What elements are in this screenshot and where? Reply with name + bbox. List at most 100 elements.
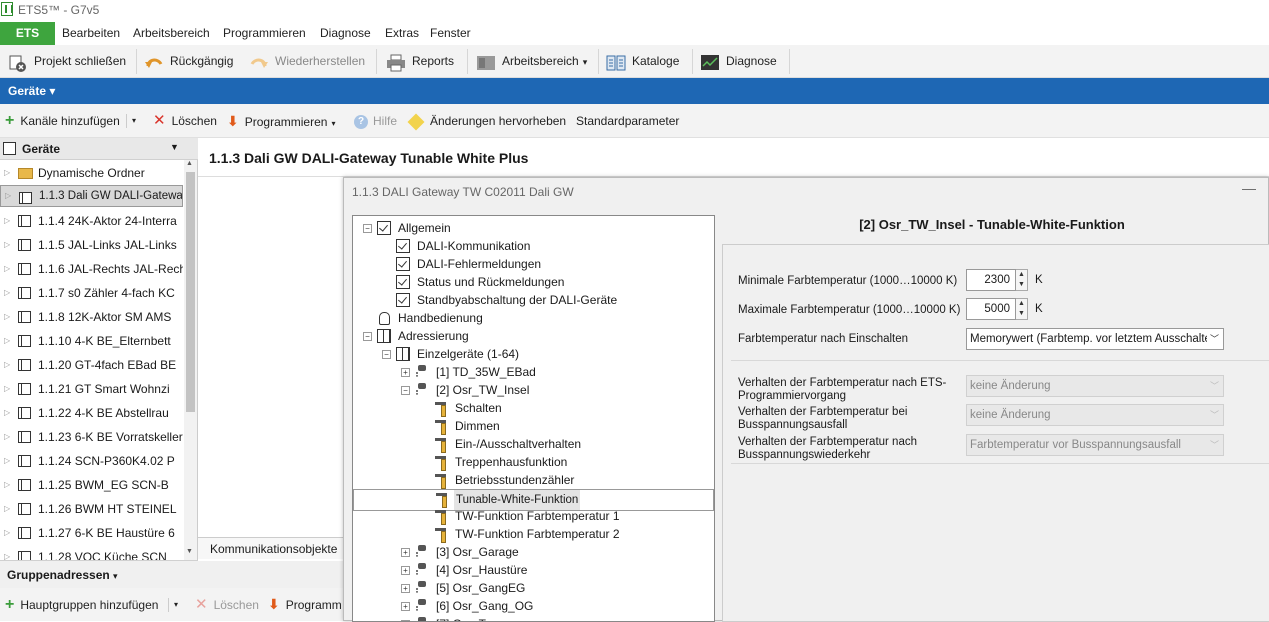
workspace-button[interactable]: Arbeitsbereich ▾: [476, 45, 587, 78]
tree-node[interactable]: TW-Funktion Farbtemperatur 2: [353, 525, 714, 543]
device-list-item[interactable]: ▷ 1.1.24 SCN-P360K4.02 P: [0, 449, 183, 473]
device-list-item[interactable]: ▷ 1.1.7 s0 Zähler 4-fach KC: [0, 281, 183, 305]
tab-communication-objects[interactable]: Kommunikationsobjekte: [198, 537, 344, 559]
ga-delete-button[interactable]: ✕ Löschen: [195, 588, 259, 621]
add-main-groups-button[interactable]: + Hauptgruppen hinzufügen: [5, 588, 158, 621]
undo-button[interactable]: Rückgängig: [144, 45, 233, 78]
collapse-icon[interactable]: −: [363, 332, 372, 341]
devices-tree-header[interactable]: Geräte ▼: [0, 138, 198, 160]
collapse-icon[interactable]: −: [401, 386, 410, 395]
expand-arrow-icon[interactable]: ▷: [4, 233, 10, 257]
program-button[interactable]: ⬇ Programmieren ▾: [227, 104, 335, 138]
menu-ets[interactable]: ETS: [0, 22, 55, 45]
chevron-down-icon[interactable]: ▼: [170, 142, 179, 152]
device-list-item[interactable]: ▷ 1.1.10 4-K BE_Elternbett: [0, 329, 183, 353]
help-button[interactable]: ? Hilfe: [354, 104, 397, 138]
highlight-changes-button[interactable]: Änderungen hervorheben: [407, 104, 566, 138]
min-temp-stepper[interactable]: ▲ ▼: [1016, 269, 1028, 291]
ga-program-button[interactable]: ⬇ Programm: [268, 588, 343, 621]
tree-node[interactable]: + [3] Osr_Garage: [353, 543, 714, 561]
max-temp-stepper[interactable]: ▲ ▼: [1016, 298, 1028, 320]
default-params-button[interactable]: Standardparameter: [576, 104, 679, 138]
collapse-icon[interactable]: −: [382, 350, 391, 359]
expand-arrow-icon[interactable]: ▷: [4, 329, 10, 353]
tree-node[interactable]: Standbyabschaltung der DALI-Geräte: [353, 291, 714, 309]
device-list-item[interactable]: ▷ 1.1.4 24K-Aktor 24-Interra: [0, 209, 183, 233]
expand-icon[interactable]: +: [401, 602, 410, 611]
device-list-item[interactable]: ▷ 1.1.26 BWM HT STEINEL: [0, 497, 183, 521]
add-channels-dropdown-icon[interactable]: ▾: [132, 104, 136, 138]
tree-node[interactable]: + [6] Osr_Gang_OG: [353, 597, 714, 615]
menu-fenster[interactable]: Fenster: [430, 26, 471, 40]
tree-node[interactable]: DALI-Kommunikation: [353, 237, 714, 255]
tree-node[interactable]: − [2] Osr_TW_Insel: [353, 381, 714, 399]
tree-node[interactable]: + [1] TD_35W_EBad: [353, 363, 714, 381]
spin-up-icon[interactable]: ▲: [1016, 299, 1027, 309]
device-list-item[interactable]: ▷ 1.1.23 6-K BE Vorratskeller: [0, 425, 183, 449]
menu-bearbeiten[interactable]: Bearbeiten: [62, 26, 120, 40]
device-list-item[interactable]: ▷ 1.1.28 VOC Küche SCN: [0, 545, 183, 560]
devices-panel-header[interactable]: Geräte ▾: [0, 78, 1269, 104]
delete-button[interactable]: ✕ Löschen: [153, 104, 217, 138]
tree-node[interactable]: − Einzelgeräte (1-64): [353, 345, 714, 363]
device-list-item[interactable]: ▷ 1.1.22 4-K BE Abstellrau: [0, 401, 183, 425]
expand-arrow-icon[interactable]: ▷: [4, 161, 10, 185]
expand-icon[interactable]: +: [401, 566, 410, 575]
bus-fail-select[interactable]: keine Änderung ﹀: [966, 404, 1224, 426]
spin-up-icon[interactable]: ▲: [1016, 270, 1027, 280]
device-list-item[interactable]: ▷ 1.1.3 Dali GW DALI-Gateway: [0, 185, 183, 207]
tree-node[interactable]: Betriebsstundenzähler: [353, 471, 714, 489]
device-list-item[interactable]: ▷ 1.1.25 BWM_EG SCN-B: [0, 473, 183, 497]
menu-extras[interactable]: Extras: [385, 26, 419, 40]
devices-scrollbar[interactable]: ▲ ▼: [184, 160, 197, 560]
dynamic-folders-item[interactable]: ▷ Dynamische Ordner: [0, 161, 183, 185]
device-list-item[interactable]: ▷ 1.1.5 JAL-Links JAL-Links: [0, 233, 183, 257]
expand-arrow-icon[interactable]: ▷: [4, 521, 10, 545]
menu-programmieren[interactable]: Programmieren: [223, 26, 306, 40]
tree-node[interactable]: Dimmen: [353, 417, 714, 435]
bus-return-select[interactable]: Farbtemperatur vor Busspannungsausfall ﹀: [966, 434, 1224, 456]
scroll-up-icon[interactable]: ▲: [186, 160, 193, 167]
redo-button[interactable]: Wiederherstellen: [249, 45, 365, 78]
expand-arrow-icon[interactable]: ▷: [4, 209, 10, 233]
expand-arrow-icon[interactable]: ▷: [4, 401, 10, 425]
min-temp-input[interactable]: 2300: [966, 269, 1016, 291]
add-channels-button[interactable]: + Kanäle hinzufügen: [5, 104, 120, 138]
tree-node[interactable]: TW-Funktion Farbtemperatur 1: [353, 507, 714, 525]
tree-node[interactable]: − Allgemein: [353, 219, 714, 237]
after-on-select[interactable]: Memorywert (Farbtemp. vor letztem Aussch…: [966, 328, 1224, 350]
menu-diagnose[interactable]: Diagnose: [320, 26, 371, 40]
expand-arrow-icon[interactable]: ▷: [4, 449, 10, 473]
tree-node[interactable]: +[7] Osr_T: [353, 615, 714, 621]
group-addresses-header[interactable]: Gruppenadressen ▾: [0, 560, 343, 588]
tree-node[interactable]: + [4] Osr_Haustüre: [353, 561, 714, 579]
expand-arrow-icon[interactable]: ▷: [4, 497, 10, 521]
tree-node[interactable]: DALI-Fehlermeldungen: [353, 255, 714, 273]
expand-arrow-icon[interactable]: ▷: [4, 425, 10, 449]
expand-icon[interactable]: +: [401, 368, 410, 377]
menu-arbeitsbereich[interactable]: Arbeitsbereich: [133, 26, 210, 40]
spin-down-icon[interactable]: ▼: [1016, 280, 1027, 290]
tree-node[interactable]: + [5] Osr_GangEG: [353, 579, 714, 597]
tree-node[interactable]: Treppenhausfunktion: [353, 453, 714, 471]
expand-arrow-icon[interactable]: ▷: [4, 353, 10, 377]
ets-prog-select[interactable]: keine Änderung ﹀: [966, 375, 1224, 397]
tree-node[interactable]: − Adressierung: [353, 327, 714, 345]
device-list-item[interactable]: ▷ 1.1.20 GT-4fach EBad BE: [0, 353, 183, 377]
expand-arrow-icon[interactable]: ▷: [4, 257, 10, 281]
add-main-groups-dropdown-icon[interactable]: ▾: [174, 588, 178, 621]
device-list-item[interactable]: ▷ 1.1.8 12K-Aktor SM AMS: [0, 305, 183, 329]
expand-arrow-icon[interactable]: ▷: [4, 377, 10, 401]
catalogs-button[interactable]: Kataloge: [606, 45, 679, 78]
tree-node[interactable]: Ein-/Ausschaltverhalten: [353, 435, 714, 453]
device-list-item[interactable]: ▷ 1.1.27 6-K BE Haustüre 6: [0, 521, 183, 545]
spin-down-icon[interactable]: ▼: [1016, 309, 1027, 319]
device-list-item[interactable]: ▷ 1.1.6 JAL-Rechts JAL-Rechts: [0, 257, 183, 281]
collapse-icon[interactable]: −: [363, 224, 372, 233]
expand-arrow-icon[interactable]: ▷: [5, 186, 11, 206]
tree-node[interactable]: Status und Rückmeldungen: [353, 273, 714, 291]
minimize-icon[interactable]: —: [1242, 180, 1256, 196]
expand-icon[interactable]: +: [401, 584, 410, 593]
expand-icon[interactable]: +: [401, 548, 410, 557]
tree-node[interactable]: Handbedienung: [353, 309, 714, 327]
